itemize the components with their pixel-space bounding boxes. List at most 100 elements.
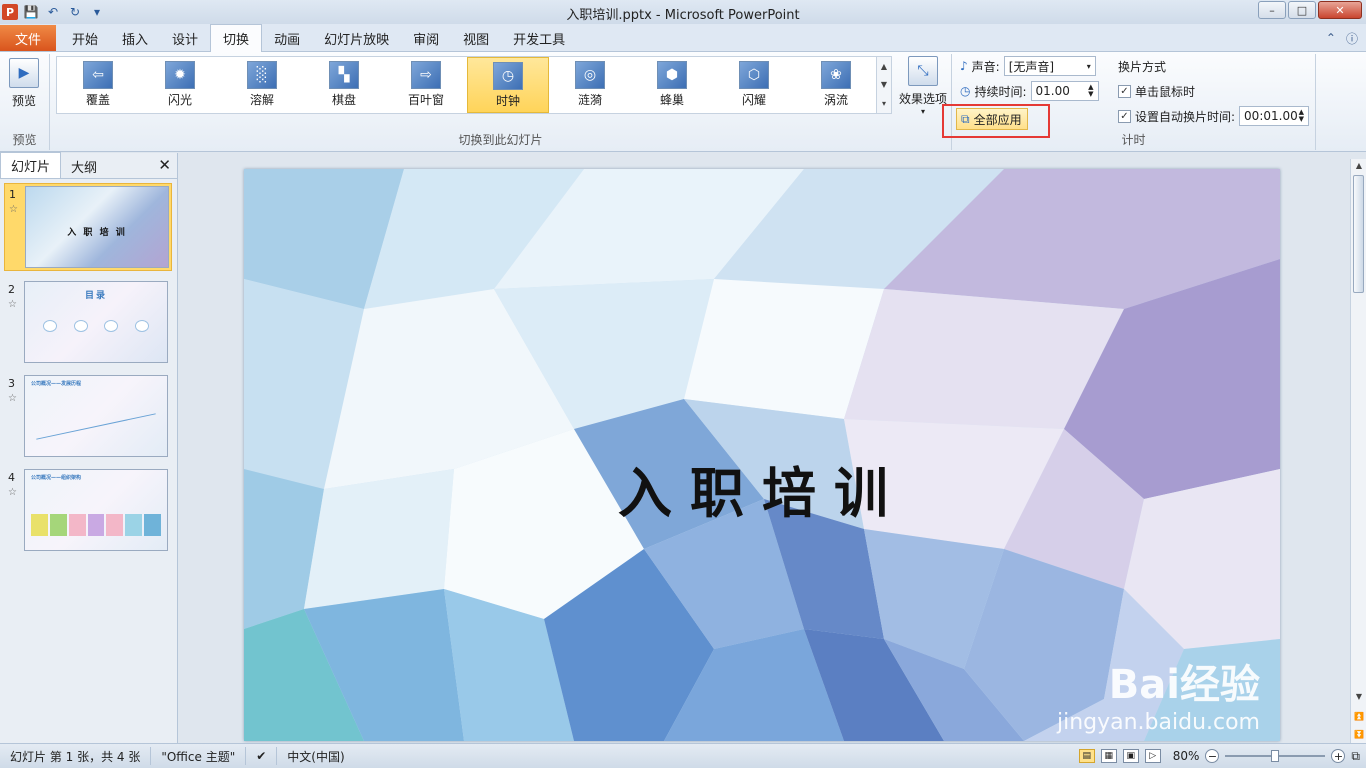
minimize-icon[interactable]: – (1258, 1, 1286, 19)
zoom-slider-knob[interactable] (1271, 750, 1280, 762)
save-icon[interactable]: 💾 (22, 3, 40, 21)
slide-sorter-view-icon[interactable]: ▦ (1100, 749, 1117, 763)
apply-all-button[interactable]: ⧉ 全部应用 (956, 108, 1028, 130)
powerpoint-app-icon[interactable]: P (2, 4, 18, 20)
effect-options-icon: ⤡ (908, 56, 938, 86)
auto-after-checkbox[interactable]: ✓ (1118, 109, 1131, 123)
transition-ripple[interactable]: ◎ 涟漪 (549, 57, 631, 113)
timeline-line (36, 413, 156, 440)
scroll-down-icon[interactable]: ▼ (1351, 692, 1366, 701)
transition-cover[interactable]: ⇦ 覆盖 (57, 57, 139, 113)
tab-developer[interactable]: 开发工具 (501, 25, 577, 51)
slide-thumbnail-2[interactable]: 2 ☆ 目录 (4, 279, 172, 367)
zoom-out-icon[interactable]: − (1205, 749, 1220, 763)
scroll-up-icon[interactable]: ▲ (881, 62, 887, 71)
close-icon[interactable]: ✕ (158, 156, 171, 174)
transition-star-icon: ☆ (9, 204, 18, 215)
tab-slideshow[interactable]: 幻灯片放映 (312, 25, 401, 51)
tab-animations[interactable]: 动画 (262, 25, 312, 51)
effect-options-button[interactable]: ⤡ 效果选项 ▾ (898, 56, 948, 116)
zoom-slider[interactable] (1225, 750, 1326, 762)
duration-label: 持续时间: (974, 84, 1027, 99)
duration-row: ◷ 持续时间: 01.00 ▲ ▼ (960, 81, 1099, 101)
slide-thumbnail-3[interactable]: 3 ☆ 公司概况——发展历程 (4, 373, 172, 461)
language[interactable]: 中文(中国) (277, 747, 354, 765)
sound-label: 声音: (971, 59, 1000, 74)
redo-icon[interactable]: ↻ (66, 3, 84, 21)
transition-label: 闪耀 (741, 93, 766, 107)
sound-row: ♪ 声音: [无声音] ▾ (960, 56, 1096, 76)
scroll-up-icon[interactable]: ▲ (1351, 161, 1366, 170)
previous-slide-icon[interactable]: ⏫ (1351, 712, 1366, 721)
transition-clock[interactable]: ◷ 时钟 (467, 57, 549, 113)
tab-review[interactable]: 审阅 (401, 25, 451, 51)
tab-view[interactable]: 视图 (451, 25, 501, 51)
gallery-scroll[interactable]: ▲ ▼ ▾ (876, 56, 892, 114)
spinner-icon[interactable]: ▲ ▼ (1299, 109, 1304, 123)
scrollbar-thumb[interactable] (1353, 175, 1364, 293)
apply-all-label: 全部应用 (973, 112, 1022, 127)
collapse-ribbon-icon[interactable]: ⌃ (1326, 31, 1336, 45)
reading-view-icon[interactable]: ▣ (1122, 749, 1139, 763)
transition-label: 溶解 (249, 93, 274, 107)
fit-to-window-icon[interactable]: ⧉ (1351, 749, 1360, 764)
transition-checkerboard[interactable]: ▚ 棋盘 (303, 57, 385, 113)
slide-thumbnail-1[interactable]: 1 ☆ 入 职 培 训 (4, 183, 172, 271)
help-icon[interactable]: ⓘ (1346, 30, 1358, 47)
transition-glitter[interactable]: ⬡ 闪耀 (713, 57, 795, 113)
transition-star-icon: ☆ (8, 299, 17, 310)
zoom-in-icon[interactable]: + (1331, 749, 1346, 763)
zoom-level[interactable]: 80% (1173, 749, 1200, 763)
transition-vortex[interactable]: ❀ 涡流 (795, 57, 877, 113)
slides-panel: 幻灯片 大纲 ✕ 1 ☆ 入 职 培 训 2 ☆ 目录 3 ☆ 公司概况——发展… (0, 152, 178, 743)
slide-preview: 目录 (24, 281, 168, 363)
transition-flash[interactable]: ✹ 闪光 (139, 57, 221, 113)
transition-dissolve[interactable]: ░ 溶解 (221, 57, 303, 113)
tab-home[interactable]: 开始 (60, 25, 110, 51)
view-and-zoom: ▤ ▦ ▣ ▷ 80% − + ⧉ (1078, 749, 1366, 764)
transition-blinds[interactable]: ⇨ 百叶窗 (385, 57, 467, 113)
tab-transitions[interactable]: 切换 (210, 24, 263, 52)
normal-view-icon[interactable]: ▤ (1078, 749, 1095, 763)
scroll-down-icon[interactable]: ▼ (881, 80, 887, 89)
advance-title-label: 换片方式 (1118, 60, 1167, 74)
maximize-icon[interactable]: □ (1288, 1, 1316, 19)
slide-thumbnail-4[interactable]: 4 ☆ 公司概况——组织架构 (4, 467, 172, 555)
transition-label: 蜂巢 (659, 93, 684, 107)
preview-button[interactable]: ▶ 预览 (6, 58, 42, 109)
auto-after-input[interactable]: 00:01.00 ▲ ▼ (1239, 106, 1310, 126)
tab-design[interactable]: 设计 (160, 25, 210, 51)
tab-insert[interactable]: 插入 (110, 25, 160, 51)
advance-title: 换片方式 (1118, 58, 1166, 75)
transition-honeycomb[interactable]: ⬢ 蜂巢 (631, 57, 713, 113)
on-click-label: 单击鼠标时 (1135, 85, 1196, 99)
chevron-down-icon: ▾ (920, 107, 925, 116)
transition-label: 棋盘 (331, 93, 356, 107)
vortex-icon: ❀ (821, 61, 851, 89)
customize-icon[interactable]: ▾ (88, 3, 106, 21)
next-slide-icon[interactable]: ⏬ (1351, 730, 1366, 739)
sound-value: [无声音] (1008, 59, 1055, 74)
slide-preview-title: 入 职 培 训 (67, 228, 127, 238)
slide-title[interactable]: 入职培训 (244, 449, 1280, 528)
vertical-scrollbar[interactable]: ▲ ▼ ⏫ ⏬ (1350, 159, 1366, 743)
transition-group-label: 切换到此幻灯片 (458, 133, 543, 147)
duration-input[interactable]: 01.00 ▲ ▼ (1030, 81, 1099, 101)
on-click-row: ✓ 单击鼠标时 (1118, 83, 1195, 100)
sound-select[interactable]: [无声音] ▾ (1003, 56, 1096, 76)
spinner-icon[interactable]: ▲ ▼ (1088, 84, 1093, 98)
tab-slides[interactable]: 幻灯片 (0, 152, 62, 178)
slideshow-view-icon[interactable]: ▷ (1144, 749, 1161, 763)
spellcheck-icon[interactable]: ✔ (246, 747, 278, 765)
panel-tabs: 幻灯片 大纲 ✕ (0, 152, 177, 179)
close-icon[interactable]: ✕ (1318, 1, 1362, 19)
on-click-checkbox[interactable]: ✓ (1118, 85, 1131, 98)
current-slide[interactable]: 入职培训 Bai经验 jingyan.baidu.com (244, 169, 1280, 741)
dissolve-icon: ░ (247, 61, 277, 89)
tab-outline[interactable]: 大纲 (61, 154, 107, 178)
undo-icon[interactable]: ↶ (44, 3, 62, 21)
gallery-more-icon[interactable]: ▾ (882, 99, 886, 108)
sound-icon: ♪ (960, 59, 968, 73)
tab-file[interactable]: 文件 (0, 25, 56, 51)
slide-count: 幻灯片 第 1 张，共 4 张 (0, 747, 152, 765)
